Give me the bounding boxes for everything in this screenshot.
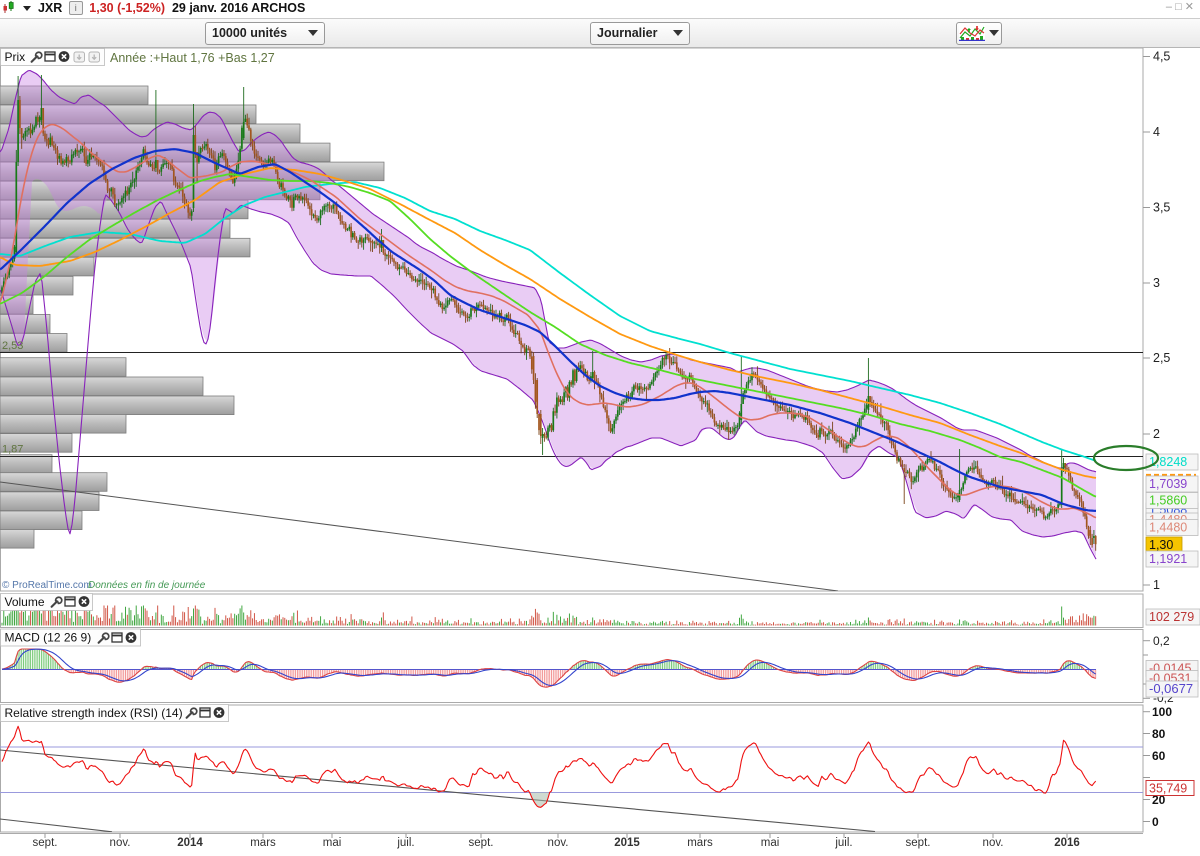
svg-text:102 279: 102 279 — [1149, 610, 1194, 624]
svg-text:Données en fin de journée: Données en fin de journée — [88, 580, 206, 591]
svg-text:nov.: nov. — [983, 837, 1004, 849]
svg-text:2,53: 2,53 — [2, 340, 23, 352]
svg-text:3: 3 — [1153, 276, 1160, 290]
svg-text:1,1921: 1,1921 — [1149, 552, 1187, 566]
svg-text:1,7039: 1,7039 — [1149, 477, 1187, 491]
svg-text:3,5: 3,5 — [1153, 201, 1170, 215]
svg-text:1,4480: 1,4480 — [1149, 521, 1187, 535]
svg-text:juil.: juil. — [834, 837, 852, 849]
svg-text:2: 2 — [1153, 427, 1160, 441]
svg-text:nov.: nov. — [110, 837, 131, 849]
svg-text:mai: mai — [323, 837, 342, 849]
svg-text:nov.: nov. — [548, 837, 569, 849]
svg-text:80: 80 — [1152, 727, 1166, 741]
svg-text:sept.: sept. — [33, 837, 58, 849]
svg-text:2,5: 2,5 — [1153, 351, 1170, 365]
svg-text:2015: 2015 — [614, 837, 640, 849]
svg-text:Relative strength index (RSI): Relative strength index (RSI) (14) — [5, 706, 183, 720]
svg-text:1,5860: 1,5860 — [1149, 494, 1187, 508]
svg-text:sept.: sept. — [469, 837, 494, 849]
svg-text:1,30: 1,30 — [1149, 538, 1173, 552]
svg-text:60: 60 — [1152, 749, 1166, 763]
svg-text:2016: 2016 — [1054, 837, 1080, 849]
svg-text:2014: 2014 — [177, 837, 203, 849]
svg-text:35,749: 35,749 — [1149, 782, 1187, 796]
svg-text:mars: mars — [250, 837, 276, 849]
svg-text:Volume: Volume — [5, 595, 45, 609]
svg-text:100: 100 — [1152, 705, 1172, 719]
svg-text:0,2: 0,2 — [1153, 634, 1170, 648]
svg-text:mars: mars — [687, 837, 713, 849]
svg-text:4,5: 4,5 — [1153, 50, 1170, 64]
svg-text:mai: mai — [761, 837, 780, 849]
svg-text:1,87: 1,87 — [2, 444, 23, 456]
svg-text:sept.: sept. — [906, 837, 931, 849]
svg-text:0: 0 — [1152, 815, 1159, 829]
svg-text:© ProRealTime.com: © ProRealTime.com — [2, 580, 92, 591]
svg-text:MACD (12 26 9): MACD (12 26 9) — [5, 631, 92, 645]
svg-text:Année :+Haut 1,76 +Bas 1,27: Année :+Haut 1,76 +Bas 1,27 — [110, 51, 275, 65]
svg-text:-0,0677: -0,0677 — [1149, 681, 1193, 696]
svg-text:juil.: juil. — [396, 837, 414, 849]
svg-text:4: 4 — [1153, 125, 1160, 139]
svg-text:Prix: Prix — [5, 50, 26, 64]
svg-text:1: 1 — [1153, 578, 1160, 592]
